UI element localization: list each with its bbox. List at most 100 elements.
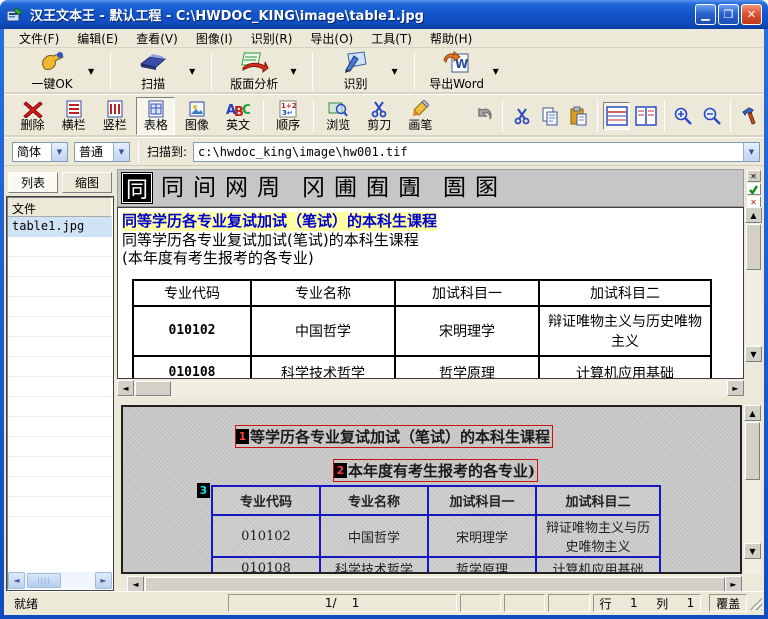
image-zone-button[interactable]: 图像 — [177, 97, 216, 135]
scrollbar-track[interactable] — [171, 380, 727, 397]
browse-button[interactable]: 浏览 — [319, 97, 358, 135]
menu-help[interactable]: 帮助(H) — [421, 28, 481, 49]
image-vertical-scrollbar[interactable]: ▲ ▼ — [744, 405, 761, 574]
candidate-char[interactable]: 冈 — [302, 177, 325, 200]
undo-button[interactable] — [470, 102, 497, 130]
candidate-close-button[interactable]: ✕ — [747, 170, 761, 182]
scanned-image-panel[interactable]: 1 等学历各专业复试加试（笔试）的本科生课程 2 本年度有考生报考的各专业) 3… — [121, 405, 742, 574]
ocr-horizontal-scrollbar[interactable]: ◄ ► — [117, 380, 744, 397]
horizontal-zone-button[interactable]: 横栏 — [54, 97, 93, 135]
candidate-char[interactable]: 网 — [225, 177, 248, 200]
paste-button[interactable] — [566, 102, 593, 130]
candidate-char[interactable]: 圄 — [443, 177, 466, 200]
ocr-cell[interactable]: 010102 — [133, 306, 251, 356]
tab-thumbnail-view[interactable]: 缩图 — [62, 172, 112, 193]
ocr-vertical-scrollbar[interactable]: ▲ ▼ — [745, 207, 762, 362]
file-list-column-header[interactable]: 文件 — [8, 198, 112, 217]
ocr-header-cell[interactable]: 加试科目二 — [539, 280, 711, 306]
scroll-up-icon[interactable]: ▲ — [744, 405, 761, 421]
delete-zone-button[interactable]: 删除 — [13, 97, 52, 135]
mode-combobox[interactable]: 普通 ▼ — [74, 142, 130, 162]
recognition-zone-1[interactable]: 1 等学历各专业复试加试（笔试）的本科生课程 — [235, 425, 553, 448]
vertical-zone-button[interactable]: 竖栏 — [95, 97, 134, 135]
one-key-ok-button[interactable]: 一键OK ▼ — [14, 49, 102, 93]
menu-recognize[interactable]: 识别(R) — [242, 28, 302, 49]
dropdown-arrow-icon[interactable]: ▼ — [189, 67, 195, 76]
copy-button[interactable] — [537, 102, 564, 130]
ocr-cell[interactable]: 辩证唯物主义与历史唯物主义 — [539, 306, 711, 356]
brush-button[interactable]: 画笔 — [401, 97, 440, 135]
charset-combobox[interactable]: 简体 ▼ — [12, 142, 68, 162]
ocr-result-panel[interactable]: 同等学历各专业复试加试（笔试）的本科生课程 同等学历各专业复试加试(笔试)的本科… — [117, 207, 744, 379]
chevron-down-icon[interactable]: ▼ — [113, 143, 129, 161]
scroll-right-icon[interactable]: ► — [725, 576, 742, 592]
ocr-cell[interactable]: 计算机应用基础 — [539, 356, 711, 379]
view-text-image-button[interactable] — [603, 102, 630, 130]
scrollbar-track[interactable] — [745, 271, 762, 346]
tools-button[interactable] — [736, 102, 763, 130]
scroll-down-icon[interactable]: ▼ — [745, 346, 762, 362]
english-zone-button[interactable]: A B C 英文 — [218, 97, 257, 135]
scrollbar-thumb[interactable] — [145, 577, 725, 592]
zoom-in-button[interactable] — [670, 102, 697, 130]
dropdown-arrow-icon[interactable]: ▼ — [493, 67, 499, 76]
scrollbar-track[interactable] — [744, 481, 761, 543]
scroll-right-icon[interactable]: ► — [727, 380, 744, 396]
menu-file[interactable]: 文件(F) — [10, 28, 68, 49]
dropdown-arrow-icon[interactable]: ▼ — [391, 67, 397, 76]
ocr-cell[interactable]: 哲学原理 — [395, 356, 539, 379]
menu-image[interactable]: 图像(I) — [187, 28, 242, 49]
scan-button[interactable]: 扫描 ▼ — [115, 49, 203, 93]
scroll-down-icon[interactable]: ▼ — [744, 543, 761, 559]
ocr-cell[interactable]: 010108 — [133, 356, 251, 379]
recognize-button[interactable]: 识别 ▼ — [317, 49, 405, 93]
table-zone-button[interactable]: 表格 — [136, 97, 175, 135]
minimize-button[interactable]: ▁ — [695, 4, 716, 25]
scan-to-combobox[interactable]: c:\hwdoc_king\image\hw001.tif ▼ — [193, 142, 760, 162]
menu-edit[interactable]: 编辑(E) — [68, 28, 127, 49]
dropdown-arrow-icon[interactable]: ▼ — [290, 67, 296, 76]
export-word-button[interactable]: W 导出Word ▼ — [419, 49, 507, 93]
candidate-confirm-icon[interactable] — [747, 183, 761, 195]
ocr-cell[interactable]: 科学技术哲学 — [251, 356, 395, 379]
close-button[interactable]: ✕ — [741, 4, 762, 25]
ocr-text-line[interactable]: 同等学历各专业复试加试(笔试)的本科生课程 — [122, 231, 743, 249]
scroll-right-icon[interactable]: ► — [95, 572, 112, 589]
layout-analysis-button[interactable]: 版面分析 ▼ — [216, 49, 304, 93]
maximize-button[interactable]: ❒ — [718, 4, 739, 25]
current-character[interactable]: 同 — [122, 173, 152, 203]
menu-view[interactable]: 查看(V) — [127, 28, 187, 49]
scroll-left-icon[interactable]: ◄ — [127, 576, 144, 592]
recognition-zone-2[interactable]: 2 本年度有考生报考的各专业) — [333, 459, 538, 482]
dropdown-arrow-icon[interactable]: ▼ — [88, 67, 94, 76]
cut-button[interactable] — [508, 102, 535, 130]
ocr-result-table[interactable]: 专业代码 专业名称 加试科目一 加试科目二 010102 中国哲学 宋明理学 辩… — [132, 279, 712, 379]
ocr-cell[interactable]: 中国哲学 — [251, 306, 395, 356]
scissors-button[interactable]: 剪刀 — [360, 97, 399, 135]
chevron-down-icon[interactable]: ▼ — [51, 143, 67, 161]
candidate-char[interactable]: 囿 — [366, 177, 389, 200]
recognition-zone-3[interactable]: 3 专业代码 专业名称 加试科目一 加试科目二 010102 中国哲学 — [211, 485, 661, 574]
ocr-header-cell[interactable]: 专业名称 — [251, 280, 395, 306]
ocr-cell[interactable]: 宋明理学 — [395, 306, 539, 356]
scroll-left-icon[interactable]: ◄ — [117, 380, 134, 396]
menu-tools[interactable]: 工具(T) — [362, 28, 421, 49]
tab-list-view[interactable]: 列表 — [8, 172, 58, 193]
candidate-char[interactable]: 周 — [257, 177, 280, 200]
candidate-char[interactable]: 间 — [193, 177, 216, 200]
zoom-out-button[interactable] — [699, 102, 726, 130]
chevron-down-icon[interactable]: ▼ — [743, 143, 759, 161]
sidebar-horizontal-scrollbar[interactable]: ◄ |||| ► — [8, 572, 112, 589]
resize-grip[interactable] — [749, 596, 762, 610]
ocr-header-cell[interactable]: 专业代码 — [133, 280, 251, 306]
order-button[interactable]: 1+2 3↵ 顺序 — [269, 97, 308, 135]
scrollbar-thumb[interactable] — [745, 422, 760, 480]
candidate-char[interactable]: 同 — [161, 177, 184, 200]
candidate-char[interactable]: 圃 — [334, 177, 357, 200]
scroll-left-icon[interactable]: ◄ — [8, 572, 25, 589]
ocr-text-line[interactable]: (本年度有考生报考的各专业) — [122, 249, 743, 267]
view-alt-button[interactable] — [632, 102, 659, 130]
ocr-highlighted-title[interactable]: 同等学历各专业复试加试（笔试）的本科生课程 — [122, 212, 437, 231]
candidate-char[interactable]: 圊 — [398, 177, 421, 200]
menu-export[interactable]: 导出(O) — [301, 28, 362, 49]
